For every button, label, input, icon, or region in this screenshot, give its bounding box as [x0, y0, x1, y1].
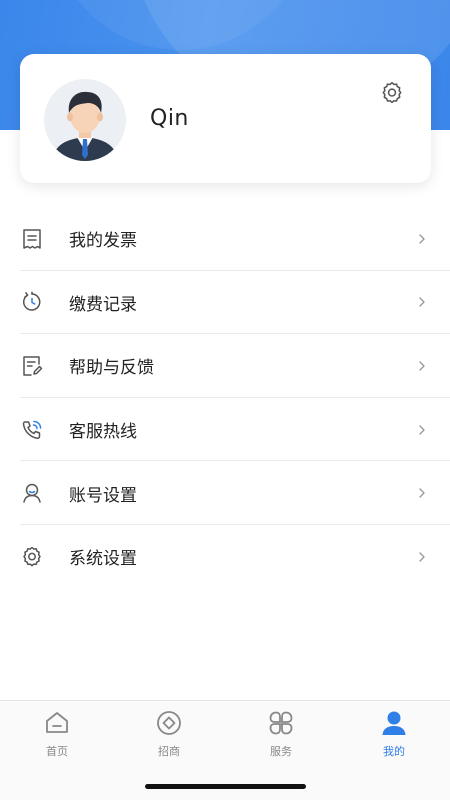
username: Qin	[150, 106, 189, 131]
tab-label: 我的	[383, 745, 405, 758]
invoice-icon	[20, 227, 44, 251]
tab-label: 招商	[158, 745, 180, 758]
grid-icon	[269, 711, 293, 735]
menu-item-payment-history[interactable]: 缴费记录	[0, 271, 450, 335]
menu-item-account-settings[interactable]: 账号设置	[0, 461, 450, 525]
home-icon	[46, 712, 68, 733]
menu-item-invoices[interactable]: 我的发票	[0, 207, 450, 271]
chevron-right-icon	[419, 234, 425, 244]
tab-services[interactable]: 服务	[241, 709, 321, 763]
gear-icon	[382, 81, 402, 104]
chevron-right-icon	[419, 424, 425, 435]
menu-item-system-settings[interactable]: 系统设置	[0, 525, 450, 589]
tab-mine[interactable]: 我的	[354, 709, 434, 763]
menu-item-label: 缴费记录	[69, 294, 137, 315]
settings-button[interactable]	[377, 78, 407, 108]
tab-label: 服务	[270, 745, 292, 758]
tab-investment[interactable]: 招商	[129, 709, 209, 763]
chevron-right-icon	[419, 488, 425, 498]
menu-item-label: 系统设置	[69, 549, 137, 570]
tab-label: 首页	[46, 745, 68, 758]
tab-home[interactable]: 首页	[17, 709, 97, 763]
chevron-right-icon	[419, 297, 425, 308]
menu-item-hotline[interactable]: 客服热线	[0, 398, 450, 462]
menu-list: 我的发票 缴费记录 帮助与反馈 客服热线 账号设置 系统设置	[0, 207, 450, 589]
profile-card: Qin	[20, 54, 431, 183]
menu-item-label: 客服热线	[69, 422, 137, 443]
menu-item-label: 我的发票	[69, 231, 137, 252]
home-indicator	[145, 784, 306, 789]
feedback-icon	[20, 354, 44, 378]
coin-icon	[157, 711, 181, 735]
menu-item-label: 帮助与反馈	[69, 358, 154, 379]
phone-icon	[20, 418, 44, 442]
account-icon	[20, 481, 44, 505]
gear-icon	[20, 545, 44, 569]
menu-item-label: 账号设置	[69, 485, 137, 506]
businessman-avatar-icon	[52, 91, 118, 161]
user-icon	[382, 711, 406, 735]
avatar[interactable]	[44, 79, 126, 161]
chevron-right-icon	[419, 552, 425, 562]
chevron-right-icon	[419, 361, 425, 371]
history-icon	[20, 290, 44, 314]
menu-item-help-feedback[interactable]: 帮助与反馈	[0, 334, 450, 398]
